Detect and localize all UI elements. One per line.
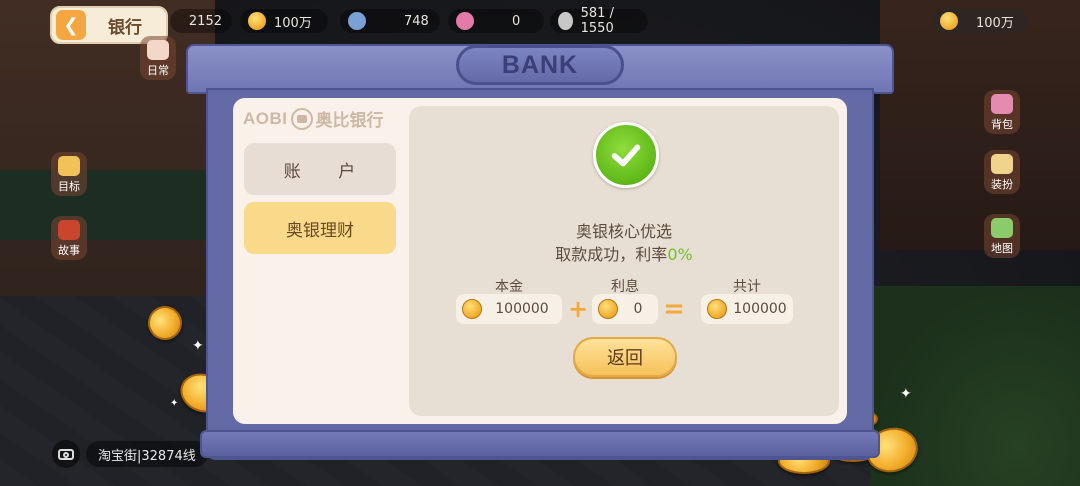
currency-value: 100万	[976, 15, 1014, 31]
side-menu-dress[interactable]: 装扮	[984, 150, 1020, 194]
back-arrow-icon: ❮	[56, 10, 86, 40]
principal-value: 100000	[495, 301, 549, 317]
resource-value: 748	[404, 13, 429, 29]
coin-icon	[940, 12, 958, 30]
resource-value: 581 / 1550	[580, 6, 614, 36]
tab-account[interactable]: 账 户	[244, 143, 396, 195]
withdraw-result-panel: 奥银核心优选 取款成功，利率0% 本金 利息 共计 100000 + 0 = 1…	[409, 106, 839, 416]
side-menu-label: 地图	[991, 242, 1013, 255]
side-menu-story[interactable]: 故事	[51, 216, 87, 260]
resource-counter-3: 748	[340, 9, 440, 33]
bank-dialog: BANK AOBI 奥比银行 账 户 奥银理财 奥银核心优选 取款成功，利率0%…	[186, 44, 894, 460]
hanger-icon	[991, 154, 1013, 174]
backpack-icon	[991, 94, 1013, 114]
side-menu-label: 目标	[58, 180, 80, 193]
side-menu-label: 日常	[147, 64, 169, 77]
bank-logo-icon	[290, 107, 313, 130]
logo-latin-text: AOBI	[243, 108, 288, 128]
side-menu-goal[interactable]: 目标	[51, 152, 87, 196]
principal-amount: 100000	[456, 294, 562, 324]
interest-rate: 0%	[667, 245, 693, 264]
equals-operator: =	[663, 294, 685, 324]
calendar-icon	[58, 156, 80, 176]
status-text: 取款成功，利率	[555, 245, 668, 264]
bank-logo: AOBI 奥比银行	[243, 106, 384, 131]
camera-icon	[58, 448, 74, 460]
coin-icon	[598, 299, 618, 319]
bank-frame-base	[200, 430, 880, 458]
side-menu-label: 故事	[58, 244, 80, 257]
friends-icon	[558, 12, 573, 30]
sparkle-icon: ✦	[170, 398, 179, 409]
gift-icon	[348, 12, 366, 30]
withdraw-status: 取款成功，利率0%	[409, 241, 839, 265]
side-menu-map[interactable]: 地图	[984, 214, 1020, 258]
product-name: 奥银核心优选	[575, 222, 672, 241]
back-button-label: 银行	[108, 17, 142, 38]
side-menu-daily[interactable]: 日常	[140, 36, 176, 80]
total-value: 100000	[733, 301, 787, 317]
daily-icon	[147, 40, 169, 60]
resource-counter-5: 581 / 1550	[550, 6, 648, 36]
bank-inner-panel: AOBI 奥比银行 账 户 奥银理财 奥银核心优选 取款成功，利率0% 本金 利…	[233, 98, 847, 424]
camera-button[interactable]	[52, 440, 80, 468]
book-icon	[58, 220, 80, 240]
principal-label: 本金	[495, 279, 523, 295]
success-check-icon	[593, 122, 659, 188]
bank-title: BANK	[456, 45, 624, 85]
resource-value: 100万	[274, 15, 312, 31]
interest-value: 0	[633, 301, 643, 317]
sparkle-icon: ✦	[900, 386, 912, 402]
currency-counter: 100万	[932, 9, 1028, 33]
coin-icon	[707, 299, 727, 319]
resource-counter-coins: 100万	[240, 9, 328, 33]
interest-amount: 0	[592, 294, 658, 324]
return-button[interactable]: 返回	[573, 337, 677, 377]
interest-label: 利息	[611, 279, 639, 295]
logo-cn-text: 奥比银行	[315, 111, 384, 131]
side-menu-label: 背包	[991, 118, 1013, 131]
resource-counter-1: 2152	[170, 9, 232, 33]
resource-value: 2152	[188, 13, 222, 29]
side-menu-label: 装扮	[991, 178, 1013, 191]
gem-icon	[456, 12, 474, 30]
checkmark-glyph	[611, 144, 641, 167]
plus-operator: +	[567, 295, 589, 323]
coin-icon	[462, 299, 482, 319]
resource-counter-4: 0	[448, 9, 544, 33]
side-menu-bag[interactable]: 背包	[984, 90, 1020, 134]
map-icon	[991, 218, 1013, 238]
total-amount: 100000	[701, 294, 793, 324]
tab-finance[interactable]: 奥银理财	[244, 202, 396, 254]
coin-icon	[248, 12, 266, 30]
resource-value: 0	[512, 13, 521, 29]
total-label: 共计	[733, 279, 761, 295]
